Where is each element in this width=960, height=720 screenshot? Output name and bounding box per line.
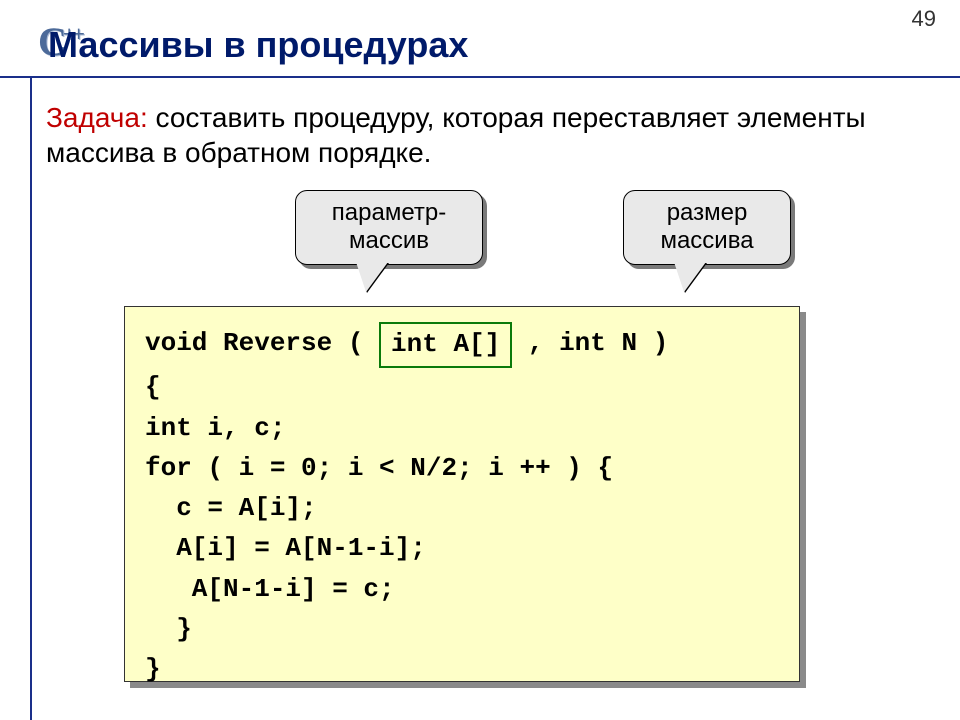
callout-line: размер [667, 199, 748, 226]
divider-top [0, 76, 960, 78]
code-highlight-box: int A[] [379, 322, 512, 368]
slide-title: Массивы в процедурах [48, 24, 468, 66]
slide: 49 C++ Массивы в процедурах Задача: сост… [0, 0, 960, 720]
callout-line: массива [660, 227, 753, 254]
code-line: void Reverse ( [145, 328, 379, 358]
callout-line: параметр- [332, 199, 446, 226]
divider-left [30, 76, 32, 720]
callout-tail-icon [356, 262, 388, 292]
callout-param-array: параметр- массив [295, 190, 483, 265]
code-line: c = A[i]; [145, 493, 317, 523]
task-text: Задача: составить процедуру, которая пер… [46, 100, 920, 170]
task-label: Задача: [46, 102, 148, 133]
code-line: A[i] = A[N-1-i]; [145, 533, 426, 563]
code-line: } [145, 614, 192, 644]
code-line: int i, c; [145, 413, 285, 443]
callout-line: массив [349, 227, 429, 254]
code-line: } [145, 654, 161, 684]
task-body: составить процедуру, которая переставляе… [46, 102, 866, 168]
page-number: 49 [912, 6, 936, 32]
callout-array-size: размер массива [623, 190, 791, 265]
callout-tail-icon [674, 262, 706, 292]
code-line: { [145, 372, 161, 402]
code-line: A[N-1-i] = c; [145, 574, 395, 604]
code-line: , int N ) [512, 328, 668, 358]
code-block: void Reverse ( int A[] , int N ) { int i… [124, 306, 800, 682]
code-line: for ( i = 0; i < N/2; i ++ ) { [145, 453, 613, 483]
